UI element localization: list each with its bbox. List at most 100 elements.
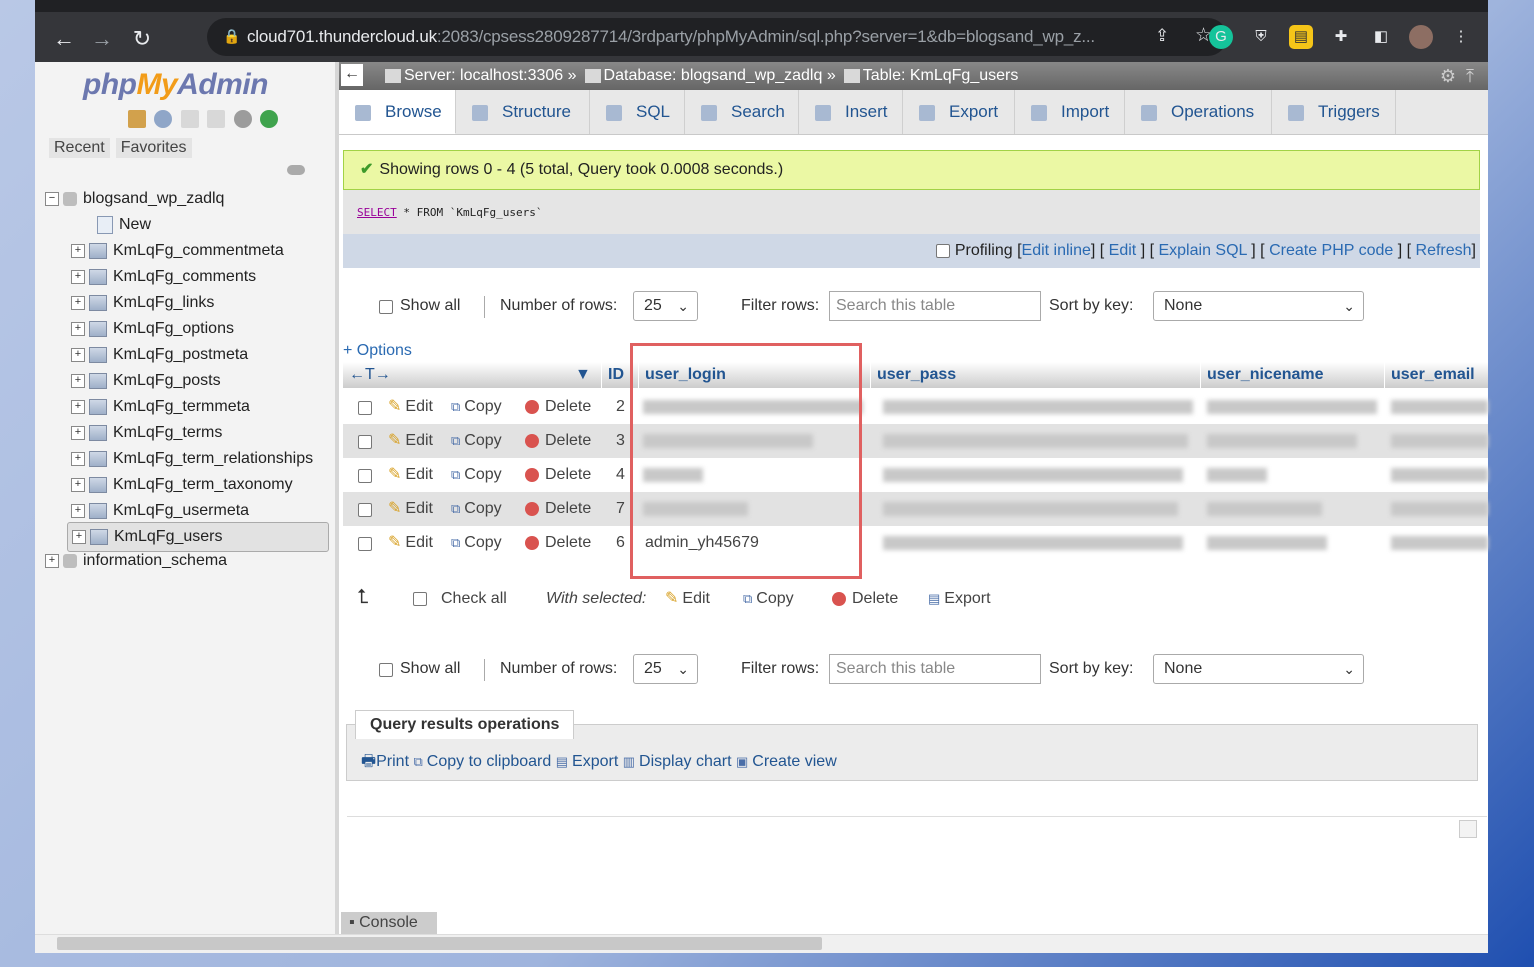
- expand-icon[interactable]: +: [71, 269, 85, 284]
- create-php-link[interactable]: Create PHP code: [1269, 242, 1393, 259]
- tab-insert[interactable]: Insert: [799, 90, 903, 134]
- recent-tab[interactable]: Recent: [49, 138, 110, 158]
- tab-sql[interactable]: SQL: [590, 90, 685, 134]
- tree-table-item[interactable]: + KmLqFg_commentmeta: [45, 238, 335, 264]
- bulk-copy-button[interactable]: ⧉ Copy: [743, 582, 794, 616]
- profile-avatar[interactable]: [1409, 25, 1433, 49]
- bulk-delete-button[interactable]: Delete: [832, 582, 898, 616]
- row-checkbox[interactable]: [358, 469, 372, 483]
- console-toggle[interactable]: ▪ Console: [341, 912, 437, 934]
- cell-id[interactable]: 2: [616, 390, 625, 424]
- rows-select[interactable]: 25 ⌄: [633, 291, 698, 321]
- tree-table-item[interactable]: + KmLqFg_term_relationships: [45, 446, 335, 472]
- link-with-main-icon[interactable]: [287, 165, 305, 175]
- address-bar[interactable]: 🔒 cloud701.thundercloud.uk:2083/cpsess28…: [207, 18, 1227, 56]
- crumb-table[interactable]: Table: KmLqFg_users: [863, 67, 1019, 84]
- expand-icon[interactable]: +: [71, 243, 85, 258]
- side-panel-icon[interactable]: ◧: [1369, 25, 1393, 49]
- horizontal-scrollbar[interactable]: [35, 934, 1488, 953]
- expand-icon[interactable]: +: [71, 399, 85, 414]
- logout-icon[interactable]: [154, 110, 173, 128]
- tree-db-information-schema[interactable]: + information_schema: [45, 548, 335, 574]
- row-checkbox[interactable]: [358, 435, 372, 449]
- options-link[interactable]: + Options: [343, 342, 412, 360]
- expand-icon[interactable]: +: [71, 347, 85, 362]
- show-all-checkbox[interactable]: [379, 300, 393, 314]
- sort-select[interactable]: None ⌄: [1153, 654, 1364, 684]
- row-copy-button[interactable]: ⧉ Copy: [451, 458, 502, 492]
- tab-operations[interactable]: Operations: [1125, 90, 1272, 134]
- expand-icon[interactable]: +: [71, 321, 85, 336]
- tree-table-item[interactable]: + KmLqFg_usermeta: [45, 498, 335, 524]
- tab-search[interactable]: Search: [685, 90, 799, 134]
- share-icon[interactable]: ⇪: [1155, 26, 1169, 46]
- favorites-tab[interactable]: Favorites: [115, 138, 192, 158]
- row-checkbox[interactable]: [358, 503, 372, 517]
- expand-icon[interactable]: +: [71, 373, 85, 388]
- column-header-user-email[interactable]: user_email: [1384, 362, 1488, 388]
- tree-table-item[interactable]: + KmLqFg_term_taxonomy: [45, 472, 335, 498]
- crumb-server[interactable]: Server: localhost:3306 »: [404, 67, 577, 84]
- settings-gear-icon[interactable]: [233, 110, 252, 128]
- rows-select[interactable]: 25 ⌄: [633, 654, 698, 684]
- row-copy-button[interactable]: ⧉ Copy: [451, 390, 502, 424]
- home-icon[interactable]: [128, 110, 146, 128]
- tree-table-item[interactable]: + KmLqFg_options: [45, 316, 335, 342]
- column-header-id[interactable]: ID: [601, 362, 633, 388]
- show-all-checkbox[interactable]: [379, 663, 393, 677]
- tab-browse[interactable]: Browse: [339, 90, 456, 134]
- tree-table-item[interactable]: + KmLqFg_posts: [45, 368, 335, 394]
- tab-export[interactable]: Export: [903, 90, 1015, 134]
- reload-icon[interactable]: ↻: [127, 24, 157, 54]
- row-edit-button[interactable]: ✎ Edit: [388, 492, 433, 526]
- explain-sql-link[interactable]: Explain SQL: [1158, 242, 1246, 259]
- settings-gear-icon[interactable]: ⚙ ⤒: [1440, 62, 1474, 90]
- edit-link[interactable]: Edit: [1109, 242, 1137, 259]
- column-header-user-pass[interactable]: user_pass: [870, 362, 1200, 388]
- print-link[interactable]: 🖶Print: [361, 753, 409, 770]
- grammarly-extension-icon[interactable]: G: [1209, 25, 1233, 49]
- forward-arrow-icon[interactable]: →: [87, 24, 117, 54]
- collapse-icon[interactable]: −: [45, 191, 59, 206]
- row-delete-button[interactable]: Delete: [525, 526, 591, 560]
- tree-table-item[interactable]: + KmLqFg_postmeta: [45, 342, 335, 368]
- row-checkbox[interactable]: [358, 401, 372, 415]
- notepad-icon[interactable]: [1459, 820, 1477, 838]
- cell-id[interactable]: 6: [616, 526, 625, 560]
- expand-icon[interactable]: +: [72, 529, 86, 544]
- row-delete-button[interactable]: Delete: [525, 492, 591, 526]
- tree-db-blogsand[interactable]: − blogsand_wp_zadlq: [45, 186, 335, 212]
- row-delete-button[interactable]: Delete: [525, 458, 591, 492]
- refresh-link[interactable]: Refresh: [1416, 242, 1472, 259]
- cell-id[interactable]: 3: [616, 424, 625, 458]
- row-delete-button[interactable]: Delete: [525, 390, 591, 424]
- column-header-user-nicename[interactable]: user_nicename: [1200, 362, 1384, 388]
- row-delete-button[interactable]: Delete: [525, 424, 591, 458]
- tab-triggers[interactable]: Triggers: [1272, 90, 1396, 134]
- bulk-edit-button[interactable]: ✎ Edit: [665, 582, 710, 616]
- row-copy-button[interactable]: ⧉ Copy: [451, 492, 502, 526]
- edit-inline-link[interactable]: Edit inline: [1022, 242, 1091, 259]
- copy-clipboard-link[interactable]: ⧉ Copy to clipboard: [413, 753, 551, 770]
- back-arrow-icon[interactable]: ←: [49, 24, 79, 54]
- reload-navigation-icon[interactable]: [260, 110, 279, 128]
- tree-new-table[interactable]: New: [45, 212, 335, 238]
- row-checkbox[interactable]: [358, 537, 372, 551]
- crumb-database[interactable]: Database: blogsand_wp_zadlq »: [604, 67, 836, 84]
- tree-table-item[interactable]: + KmLqFg_terms: [45, 420, 335, 446]
- docs-icon[interactable]: [207, 110, 226, 128]
- sort-caret-icon[interactable]: ▼: [575, 362, 591, 388]
- export-link[interactable]: ▤ Export: [556, 753, 619, 770]
- expand-icon[interactable]: +: [71, 451, 85, 466]
- cell-id[interactable]: 4: [616, 458, 625, 492]
- expand-icon[interactable]: +: [71, 295, 85, 310]
- display-chart-link[interactable]: ▥ Display chart: [623, 753, 732, 770]
- tree-table-item[interactable]: + KmLqFg_links: [45, 290, 335, 316]
- row-edit-button[interactable]: ✎ Edit: [388, 424, 433, 458]
- profiling-checkbox[interactable]: [936, 243, 951, 258]
- phpmyadmin-logo[interactable]: phpMyAdmin: [83, 68, 268, 102]
- filter-input[interactable]: Search this table: [829, 654, 1041, 684]
- check-all-label[interactable]: Check all: [441, 582, 507, 616]
- sql-query-box[interactable]: SELECT * FROM `KmLqFg_users`: [343, 190, 1480, 234]
- collapse-sidebar-arrow-icon[interactable]: ←: [341, 64, 363, 86]
